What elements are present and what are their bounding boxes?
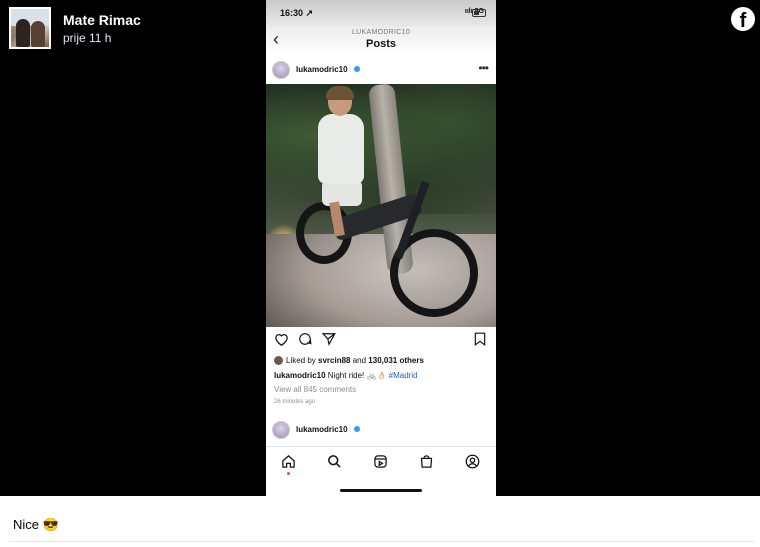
status-bar: 16:30 ↗ ıılı 5G <box>266 0 496 26</box>
caption-username[interactable]: lukamodric10 <box>274 371 326 380</box>
next-post-username[interactable]: lukamodric10 <box>296 425 348 434</box>
home-indicator <box>340 489 422 492</box>
author-name[interactable]: Mate Rimac <box>63 12 141 28</box>
search-icon[interactable] <box>327 454 342 469</box>
verified-badge-icon <box>354 66 360 72</box>
nav-username: LUKAMODRIC10 <box>351 29 411 36</box>
photo-rider-hair <box>326 86 354 100</box>
instagram-screenshot[interactable]: 16:30 ↗ ıılı 5G ‹ LUKAMODRIC10 Posts luk… <box>266 0 496 496</box>
status-time: 16:30 ↗ <box>280 8 314 18</box>
nav-title: Posts <box>366 38 396 50</box>
battery-icon <box>472 9 486 17</box>
author-avatar[interactable] <box>9 7 51 49</box>
view-comments-link[interactable]: View all 845 comments <box>274 385 356 394</box>
photo-rider-shirt <box>318 114 364 184</box>
likes-count[interactable]: 130,031 others <box>368 356 424 365</box>
profile-icon[interactable] <box>465 454 480 469</box>
likes-and: and <box>350 356 369 365</box>
instagram-tab-bar <box>266 446 496 496</box>
post-username[interactable]: lukamodric10 <box>296 65 348 74</box>
shop-bag-icon[interactable] <box>419 454 434 469</box>
likes-summary[interactable]: Liked by svrcin88 and 130,031 others <box>274 356 424 366</box>
caption-hashtag[interactable]: #Madrid <box>389 371 418 380</box>
caption-text: Night ride! 🚲👌🏻 <box>325 371 389 380</box>
comment-bubble-icon[interactable] <box>298 332 312 346</box>
avatar-person <box>16 19 30 47</box>
next-post-author-row: lukamodric10 <box>266 416 496 444</box>
more-options-icon[interactable]: ••• <box>478 61 489 75</box>
bookmark-icon[interactable] <box>474 332 486 346</box>
post-caption-area: Nice 😎 <box>0 496 760 547</box>
divider <box>9 541 754 542</box>
profile-avatar[interactable] <box>272 421 290 439</box>
home-icon[interactable] <box>281 454 296 469</box>
post-age: 26 minutes ago <box>274 399 316 405</box>
facebook-logo-icon: f <box>731 7 755 31</box>
post-actions <box>266 330 496 352</box>
likes-prefix: Liked by <box>286 356 319 365</box>
reels-icon[interactable] <box>373 454 388 469</box>
avatar-person <box>31 21 45 47</box>
post-author-row: lukamodric10 ••• <box>266 56 496 84</box>
share-send-icon[interactable] <box>322 332 336 346</box>
post-caption: lukamodric10 Night ride! 🚲👌🏻 #Madrid <box>274 371 418 380</box>
notification-dot <box>287 472 290 475</box>
like-heart-icon[interactable] <box>274 332 289 346</box>
verified-badge-icon <box>354 426 360 432</box>
post-caption-text: Nice 😎 <box>13 517 59 532</box>
liker-avatar <box>274 356 283 366</box>
profile-avatar[interactable] <box>272 61 290 79</box>
instagram-nav-bar: ‹ LUKAMODRIC10 Posts <box>266 26 496 54</box>
liker-username[interactable]: svrcin88 <box>318 356 350 365</box>
post-photo[interactable] <box>266 84 496 327</box>
post-timestamp[interactable]: prije 11 h <box>63 31 111 45</box>
